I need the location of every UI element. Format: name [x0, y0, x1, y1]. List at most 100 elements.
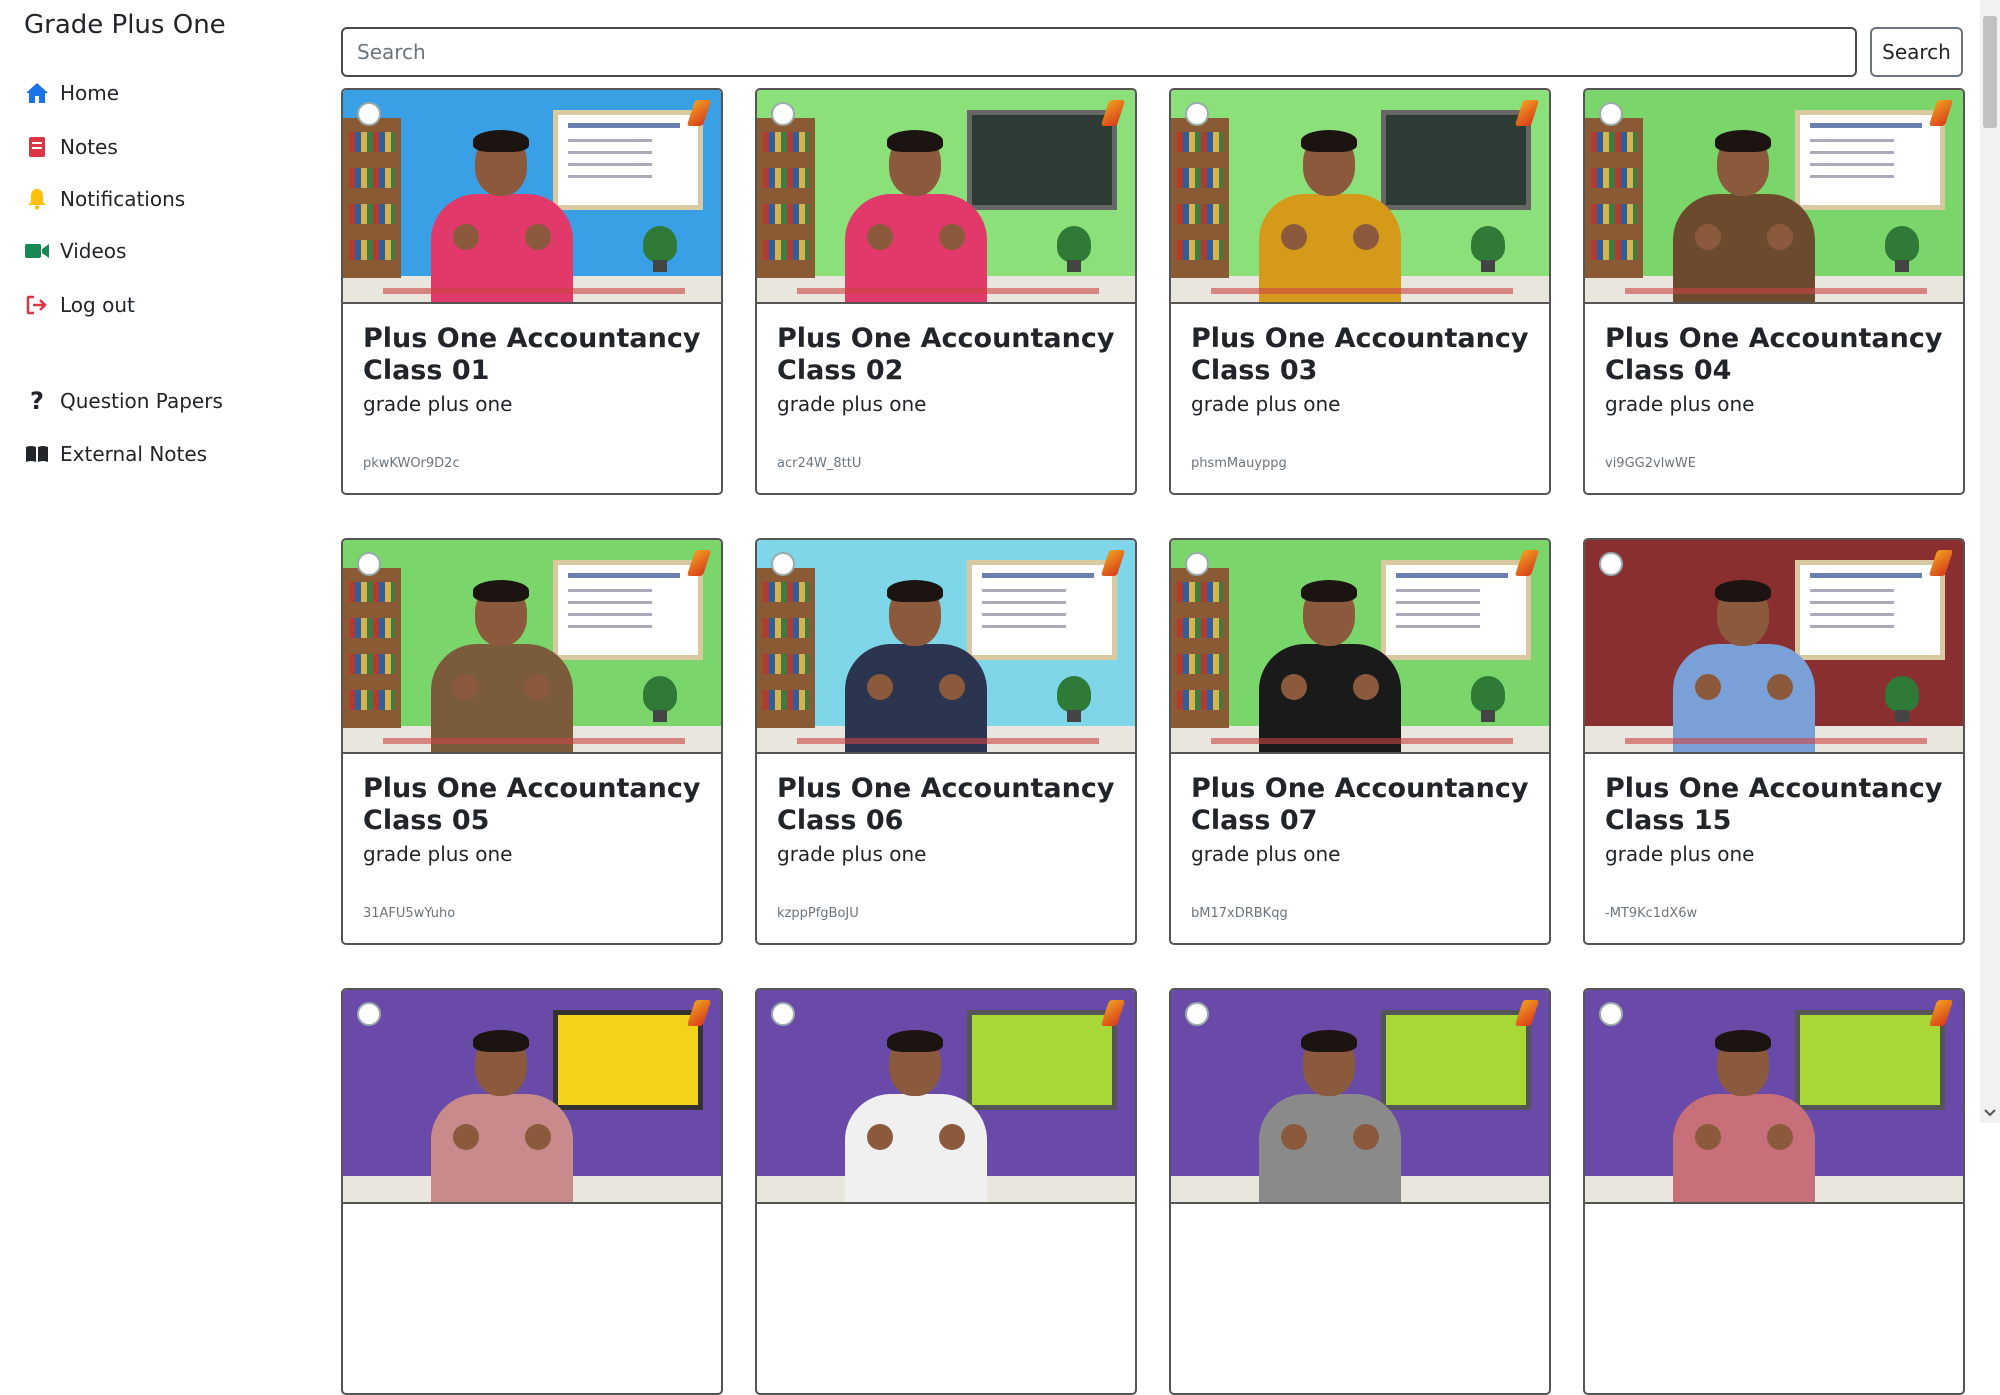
nav-videos-label: Videos [60, 239, 127, 263]
sidebar: Grade Plus One Home Notes Notifications … [0, 0, 320, 1123]
nav-notes[interactable]: Notes [24, 134, 118, 160]
video-card[interactable]: Plus One Accountancy Class 02 grade plus … [755, 88, 1137, 495]
video-thumbnail[interactable] [1171, 540, 1549, 754]
video-subtitle: grade plus one [1191, 842, 1341, 866]
video-subtitle: grade plus one [363, 842, 513, 866]
video-id: phsmMauyppg [1191, 456, 1287, 471]
video-thumbnail[interactable] [1171, 90, 1549, 304]
channel-logo-icon [1185, 102, 1209, 126]
video-card[interactable]: Plus One Accountancy Class 15 grade plus … [1583, 538, 1965, 945]
channel-logo-icon [1185, 1002, 1209, 1026]
video-thumbnail[interactable] [757, 990, 1135, 1204]
nav-notifications[interactable]: Notifications [24, 186, 185, 212]
brand-title[interactable]: Grade Plus One [24, 10, 226, 40]
video-icon [24, 238, 50, 264]
video-thumbnail[interactable] [1171, 990, 1549, 1204]
thumbnail-ticker [1211, 288, 1514, 294]
video-title[interactable]: Plus One Accountancy Class 01 [363, 323, 703, 387]
video-title[interactable]: Plus One Accountancy Class 06 [777, 773, 1117, 837]
search-input[interactable] [341, 27, 1857, 77]
thumbnail-ticker [1625, 288, 1928, 294]
plant-image [1057, 226, 1091, 272]
video-thumbnail[interactable] [343, 540, 721, 754]
channel-logo-icon [1599, 102, 1623, 126]
video-id: pkwKWOr9D2c [363, 456, 460, 471]
video-thumbnail[interactable] [1585, 90, 1963, 304]
video-title[interactable]: Plus One Accountancy Class 03 [1191, 323, 1531, 387]
video-card[interactable]: Plus One Accountancy Class 06 grade plus … [755, 538, 1137, 945]
thumbnail-ticker [383, 738, 686, 744]
channel-logo-icon [357, 1002, 381, 1026]
video-thumbnail[interactable] [1585, 990, 1963, 1204]
nav-question-papers-label: Question Papers [60, 389, 223, 413]
video-card[interactable] [341, 988, 723, 1395]
bookshelf-image [343, 118, 401, 278]
thumbnail-ticker [1211, 738, 1514, 744]
video-thumbnail[interactable] [343, 990, 721, 1204]
nav-logout-label: Log out [60, 293, 135, 317]
video-id: vi9GG2vlwWE [1605, 456, 1696, 471]
video-thumbnail[interactable] [757, 540, 1135, 754]
channel-logo-icon [771, 1002, 795, 1026]
plant-image [643, 676, 677, 722]
video-thumbnail[interactable] [757, 90, 1135, 304]
presenter-image [1245, 1012, 1415, 1202]
video-card[interactable]: Plus One Accountancy Class 05 grade plus … [341, 538, 723, 945]
bookshelf-image [1171, 568, 1229, 728]
nav-videos[interactable]: Videos [24, 238, 126, 264]
nav-notes-label: Notes [60, 135, 118, 159]
video-card[interactable] [755, 988, 1137, 1395]
video-title[interactable]: Plus One Accountancy Class 15 [1605, 773, 1945, 837]
video-card[interactable]: Plus One Accountancy Class 03 grade plus … [1169, 88, 1551, 495]
nav-question-papers[interactable]: ? Question Papers [24, 387, 223, 415]
nav-notifications-label: Notifications [60, 187, 186, 211]
plant-image [1885, 226, 1919, 272]
nav-external-notes[interactable]: External Notes [24, 441, 207, 467]
presenter-image [831, 1012, 1001, 1202]
nav-home[interactable]: Home [24, 80, 119, 106]
video-id: 31AFU5wYuho [363, 906, 456, 921]
video-card[interactable]: Plus One Accountancy Class 07 grade plus … [1169, 538, 1551, 945]
video-title[interactable]: Plus One Accountancy Class 02 [777, 323, 1117, 387]
scrollbar[interactable] [1980, 0, 2000, 1123]
search-button[interactable]: Search [1870, 27, 1963, 77]
home-icon [24, 80, 50, 106]
plant-image [1471, 676, 1505, 722]
channel-logo-icon [1185, 552, 1209, 576]
video-subtitle: grade plus one [1605, 842, 1755, 866]
bookshelf-image [343, 568, 401, 728]
video-card[interactable] [1169, 988, 1551, 1395]
plant-image [643, 226, 677, 272]
thumbnail-ticker [797, 288, 1100, 294]
nav-logout[interactable]: Log out [24, 292, 135, 318]
video-subtitle: grade plus one [1191, 392, 1341, 416]
presenter-image [831, 562, 1001, 752]
video-card[interactable]: Plus One Accountancy Class 01 grade plus … [341, 88, 723, 495]
scrollbar-thumb[interactable] [1983, 16, 1997, 128]
bell-icon [24, 186, 50, 212]
video-title[interactable]: Plus One Accountancy Class 07 [1191, 773, 1531, 837]
presenter-image [1659, 562, 1829, 752]
presenter-image [831, 112, 1001, 302]
bookshelf-image [1585, 118, 1643, 278]
video-title[interactable]: Plus One Accountancy Class 05 [363, 773, 703, 837]
channel-logo-icon [1599, 552, 1623, 576]
bookshelf-image [1171, 118, 1229, 278]
nav-external-notes-label: External Notes [60, 442, 208, 466]
video-thumbnail[interactable] [1585, 540, 1963, 754]
video-thumbnail[interactable] [343, 90, 721, 304]
plant-image [1471, 226, 1505, 272]
presenter-image [1245, 112, 1415, 302]
question-icon: ? [30, 387, 44, 415]
notes-icon [24, 134, 50, 160]
video-id: kzppPfgBoJU [777, 906, 859, 921]
scroll-down-arrow[interactable] [1980, 1103, 2000, 1123]
book-icon [24, 441, 50, 467]
presenter-image [1659, 112, 1829, 302]
video-title[interactable]: Plus One Accountancy Class 04 [1605, 323, 1945, 387]
channel-logo-icon [357, 552, 381, 576]
video-card[interactable]: Plus One Accountancy Class 04 grade plus … [1583, 88, 1965, 495]
video-card[interactable] [1583, 988, 1965, 1395]
video-subtitle: grade plus one [1605, 392, 1755, 416]
presenter-image [417, 1012, 587, 1202]
